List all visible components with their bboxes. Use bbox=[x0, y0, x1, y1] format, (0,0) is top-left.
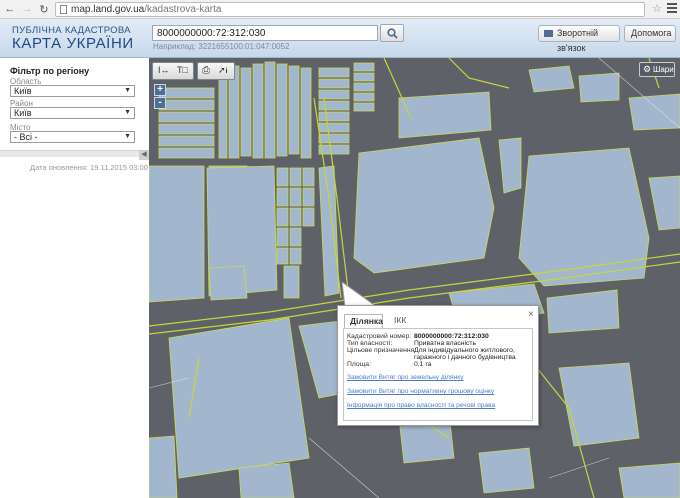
order-parcel-extract-link[interactable]: Замовити Витяг про земельну ділянку bbox=[347, 374, 464, 381]
misto-value: - Всі - bbox=[14, 132, 38, 142]
tab-ikk[interactable]: ІКК bbox=[389, 314, 411, 328]
area-label: Площа: bbox=[347, 361, 371, 368]
layers-label: Шари bbox=[653, 65, 674, 74]
tool-info-label: i bbox=[225, 68, 228, 75]
reload-icon[interactable]: ↻ bbox=[37, 2, 51, 16]
search-icon bbox=[387, 28, 398, 39]
measure-area-icon[interactable]: T□ bbox=[177, 65, 188, 75]
cadastral-search-input[interactable] bbox=[152, 25, 378, 41]
cadastral-number-label: Кадастровий номер: bbox=[347, 333, 412, 340]
feedback-button[interactable]: Зворотній зв'язок bbox=[538, 25, 620, 53]
purpose-value: Для індивідуального житлового, гаражного… bbox=[414, 347, 516, 361]
update-date: Дата оновлення: 19.11.2015 03:00 bbox=[30, 163, 148, 172]
help-button[interactable]: Допомога bbox=[624, 25, 676, 42]
sidebar: Фільтр по регіону Область Київ ▼ Район К… bbox=[0, 58, 149, 498]
print-icon[interactable]: ⎙ bbox=[202, 65, 210, 76]
oblast-select[interactable]: Київ ▼ bbox=[10, 85, 135, 97]
zoom-out-button[interactable]: - bbox=[154, 97, 166, 109]
ownership-type-value: Приватна власність bbox=[414, 340, 477, 347]
oblast-value: Київ bbox=[14, 86, 32, 96]
mail-icon bbox=[544, 30, 553, 37]
filter-title: Фільтр по регіону bbox=[10, 66, 90, 76]
dropdown-arrow-icon: ▼ bbox=[124, 133, 131, 140]
print-toolbar: ⎙ ➚i bbox=[197, 62, 235, 80]
gear-icon: ⚙ bbox=[643, 64, 652, 74]
search-hint: Наприклад: 3221655100:01:047:0052 bbox=[153, 42, 290, 51]
raion-value: Київ bbox=[14, 108, 32, 118]
back-icon[interactable]: ← bbox=[3, 2, 17, 16]
forward-icon[interactable]: → bbox=[20, 2, 34, 16]
url-host: map.land.gov.ua bbox=[71, 4, 145, 15]
measure-toolbar: I↔ T□ bbox=[152, 62, 194, 80]
collapse-sidebar-icon[interactable]: ◀ bbox=[139, 150, 149, 160]
dropdown-arrow-icon: ▼ bbox=[124, 87, 131, 94]
popup-body: Кадастровий номер: 8000000000:72:312:030… bbox=[343, 328, 533, 421]
cadastral-map[interactable]: I↔ T□ ⎙ ➚i + - ⚙ Шари bbox=[149, 58, 680, 498]
dropdown-arrow-icon: ▼ bbox=[124, 109, 131, 116]
info-pointer-icon[interactable]: ➚i bbox=[218, 65, 228, 76]
close-icon[interactable]: × bbox=[528, 309, 534, 320]
bookmark-star-icon[interactable]: ☆ bbox=[652, 2, 662, 15]
zoom-in-button[interactable]: + bbox=[154, 84, 166, 96]
purpose-label: Цільове призначення: bbox=[347, 347, 417, 354]
parcel-info-popup: × Ділянка ІКК Кадастровий номер: 8000000… bbox=[337, 305, 539, 426]
cadastral-number-value: 8000000000:72:312:030 bbox=[414, 333, 489, 340]
ownership-info-link[interactable]: Інформація про право власності та речові… bbox=[347, 402, 495, 409]
address-bar[interactable]: map.land.gov.ua/kadastrova-karta bbox=[55, 2, 645, 17]
sidebar-divider bbox=[0, 150, 149, 157]
order-valuation-extract-link[interactable]: Замовити Витяг про нормативну грошову оц… bbox=[347, 388, 494, 395]
logo-title[interactable]: КАРТА УКРАЇНИ bbox=[12, 35, 134, 52]
url-path: /kadastrova-karta bbox=[144, 4, 222, 15]
ownership-type-label: Тип власності: bbox=[347, 340, 393, 347]
map-tiles bbox=[149, 58, 680, 498]
measure-length-icon[interactable]: I↔ bbox=[158, 65, 170, 75]
page-icon bbox=[60, 5, 67, 14]
area-value: 0.1 га bbox=[414, 361, 432, 368]
misto-select[interactable]: - Всі - ▼ bbox=[10, 131, 135, 143]
search-button[interactable] bbox=[380, 24, 404, 42]
layers-button[interactable]: ⚙ Шари bbox=[639, 62, 675, 77]
raion-select[interactable]: Київ ▼ bbox=[10, 107, 135, 119]
tab-parcel[interactable]: Ділянка bbox=[344, 314, 383, 328]
browser-menu-icon[interactable] bbox=[667, 3, 677, 13]
